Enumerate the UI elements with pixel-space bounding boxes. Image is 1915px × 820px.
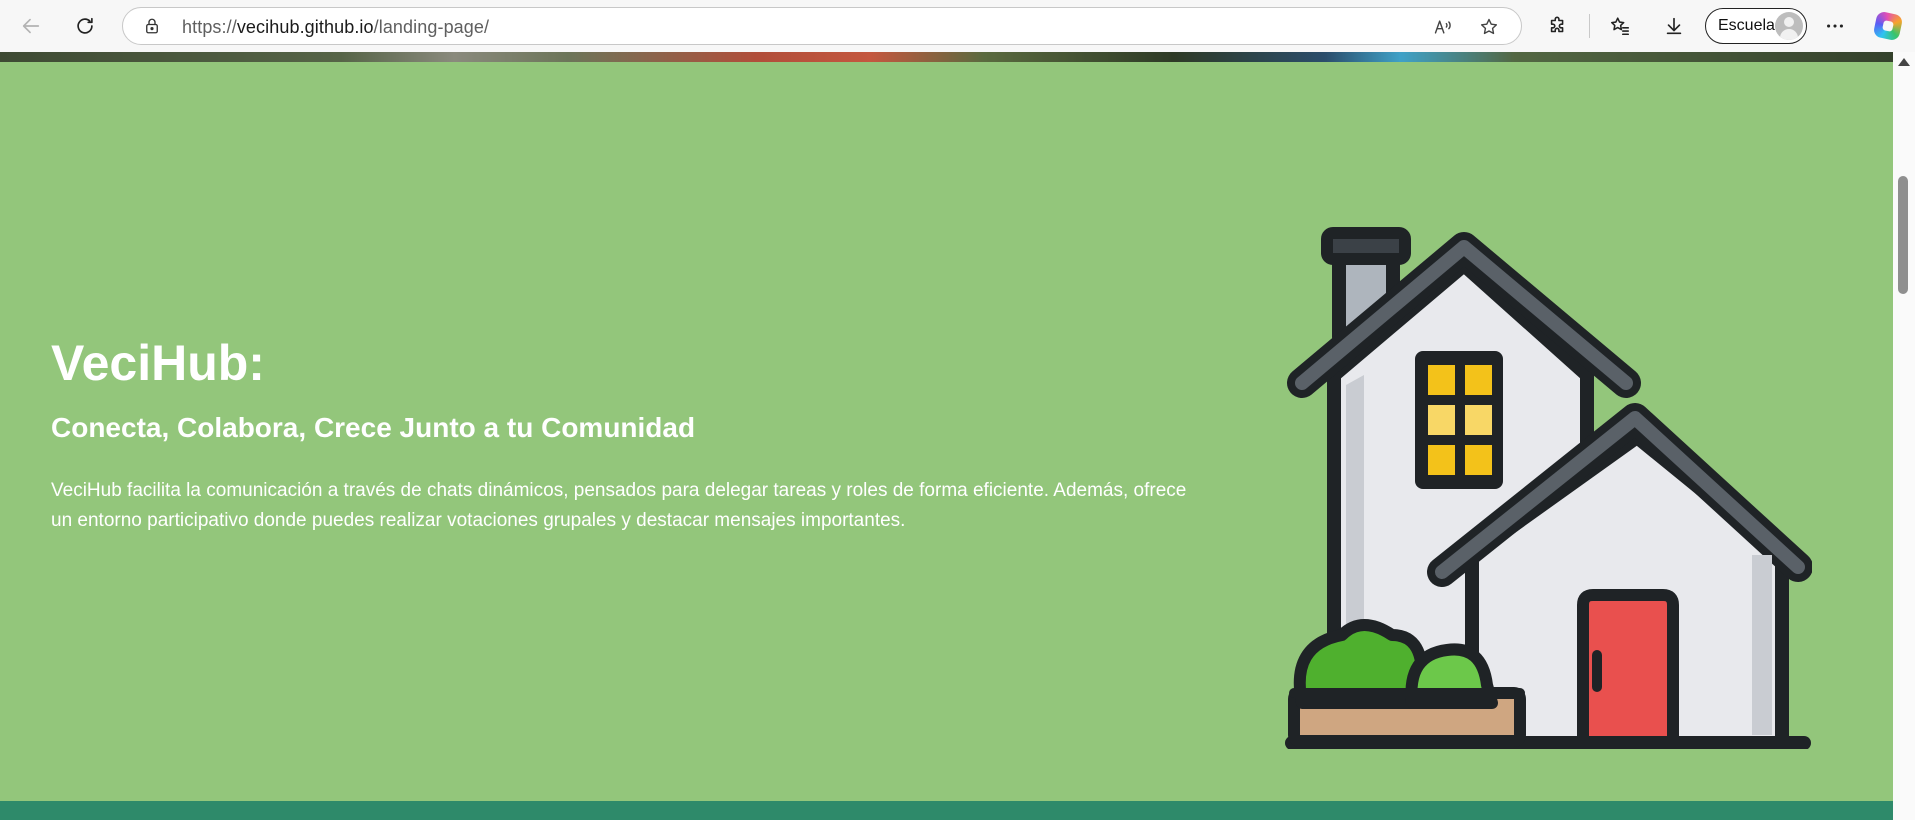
profile-button[interactable]: Escuela bbox=[1705, 8, 1807, 44]
url-host: vecihub.github.io bbox=[236, 17, 374, 37]
more-icon bbox=[1827, 24, 1843, 28]
back-button[interactable] bbox=[13, 8, 49, 44]
next-section-band bbox=[0, 801, 1893, 820]
url-text[interactable]: https://vecihub.github.io/landing-page/ bbox=[182, 17, 489, 38]
back-arrow-icon bbox=[22, 18, 40, 34]
toolbar-separator bbox=[1589, 14, 1590, 38]
vertical-scrollbar[interactable] bbox=[1893, 52, 1915, 820]
hero-subtitle: Conecta, Colabora, Crece Junto a tu Comu… bbox=[51, 412, 696, 443]
page-viewport: VeciHub: Conecta, Colabora, Crece Junto … bbox=[0, 52, 1893, 820]
star-icon[interactable] bbox=[1479, 17, 1499, 37]
download-icon bbox=[1666, 17, 1682, 35]
refresh-button[interactable] bbox=[67, 8, 103, 44]
scroll-up-arrow-icon[interactable] bbox=[1898, 58, 1910, 66]
hero-section: VeciHub: Conecta, Colabora, Crece Junto … bbox=[0, 62, 1893, 801]
address-bar[interactable]: https://vecihub.github.io/landing-page/ bbox=[122, 7, 1522, 45]
copilot-icon[interactable] bbox=[1872, 10, 1904, 42]
scroll-thumb[interactable] bbox=[1898, 176, 1908, 294]
url-path: /landing-page/ bbox=[373, 17, 490, 37]
hero-title: VeciHub: bbox=[51, 335, 265, 391]
puzzle-icon bbox=[1550, 16, 1564, 33]
url-prefix: https:// bbox=[182, 17, 237, 37]
refresh-icon bbox=[77, 17, 93, 34]
more-button[interactable] bbox=[1817, 8, 1853, 44]
lock-icon[interactable] bbox=[143, 17, 161, 35]
house-illustration bbox=[1285, 227, 1812, 749]
downloads-button[interactable] bbox=[1656, 8, 1692, 44]
hero-description: VeciHub facilita la comunicación a travé… bbox=[51, 480, 1187, 531]
browser-toolbar: https://vecihub.github.io/landing-page/ … bbox=[0, 0, 1915, 52]
avatar-icon bbox=[1775, 12, 1803, 40]
read-aloud-icon[interactable] bbox=[1433, 17, 1453, 37]
favorites-icon bbox=[1610, 17, 1630, 36]
profile-name: Escuela bbox=[1718, 17, 1775, 34]
favorites-button[interactable] bbox=[1602, 8, 1638, 44]
extensions-button[interactable] bbox=[1540, 8, 1576, 44]
